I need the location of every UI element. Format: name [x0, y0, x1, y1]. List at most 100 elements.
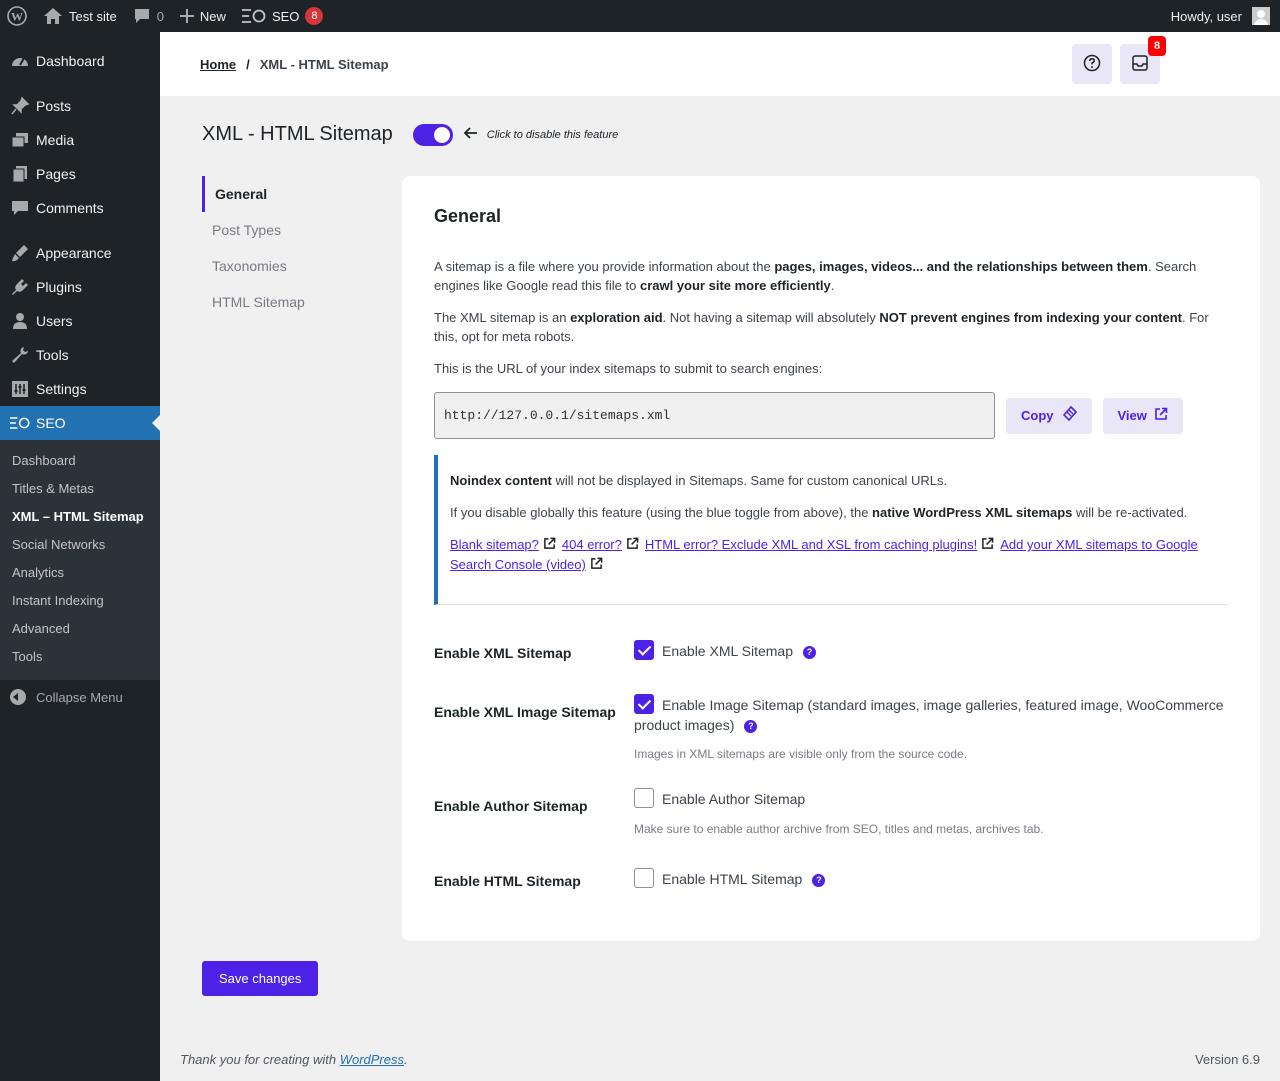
help-tooltip-icon[interactable]: ? [812, 873, 826, 887]
footer-version: Version 6.9 [1194, 1052, 1260, 1067]
404-error-link[interactable]: 404 error? [562, 537, 622, 552]
tab-general[interactable]: General [202, 176, 382, 212]
breadcrumb-current: XML - HTML Sitemap [259, 56, 389, 72]
option-label: Enable XML Sitemap [434, 645, 572, 661]
submenu-item-xml-html-sitemap[interactable]: XML – HTML Sitemap [0, 503, 160, 531]
main-content: Home / XML - HTML Sitemap 8 XML - HTML S… [160, 32, 1280, 1081]
help-tooltip-icon[interactable]: ? [803, 645, 816, 659]
image-sitemap-checkbox[interactable] [634, 694, 654, 715]
sitemap-url-field[interactable]: http://127.0.0.1/sitemaps.xml [434, 392, 995, 439]
seo-submenu: Dashboard Titles & Metas XML – HTML Site… [0, 440, 160, 680]
admin-footer: Thank you for creating with WordPress. V… [180, 1052, 1260, 1067]
copy-button[interactable]: Copy [1006, 397, 1092, 434]
sidebar-item-label: Plugins [36, 279, 82, 295]
external-link-icon [543, 536, 556, 555]
sidebar-item-label: Users [36, 313, 73, 329]
media-icon [10, 130, 30, 150]
submenu-item-titles-metas[interactable]: Titles & Metas [0, 475, 160, 503]
option-label: Enable XML Image Sitemap [434, 704, 616, 720]
wordpress-link[interactable]: WordPress [340, 1052, 404, 1067]
save-changes-button[interactable]: Save changes [202, 961, 319, 996]
notifications-button[interactable]: 8 [1120, 36, 1166, 84]
tab-html-sitemap[interactable]: HTML Sitemap [202, 284, 382, 320]
xml-sitemap-checkbox[interactable] [634, 640, 654, 661]
sidebar-item-users[interactable]: Users [0, 304, 160, 338]
external-link-icon [590, 556, 603, 575]
breadcrumb-home-link[interactable]: Home [200, 57, 236, 72]
collapse-label: Collapse Menu [36, 689, 123, 705]
notifications-badge: 8 [1148, 36, 1166, 56]
submenu-item-social-networks[interactable]: Social Networks [0, 531, 160, 559]
plugins-icon [10, 277, 30, 297]
comments-link[interactable]: 0 [125, 0, 172, 32]
pages-icon [10, 164, 30, 184]
help-icon [1083, 54, 1101, 75]
tab-post-types[interactable]: Post Types [202, 212, 382, 248]
option-xml-sitemap: Enable XML Sitemap Enable XML Sitemap? [434, 640, 1234, 662]
seo-label: SEO [271, 8, 300, 24]
sidebar-item-settings[interactable]: Settings [0, 372, 160, 406]
url-intro: This is the URL of your index sitemaps t… [434, 361, 823, 376]
sidebar-item-plugins[interactable]: Plugins [0, 270, 160, 304]
html-sitemap-checkbox[interactable] [634, 868, 654, 889]
author-sitemap-checkbox[interactable] [634, 788, 654, 809]
checkbox-label: Enable XML Sitemap [662, 643, 793, 659]
toggle-hint: Click to disable this feature [486, 128, 619, 141]
sitemap-notice: Noindex content will not be displayed in… [434, 455, 1228, 606]
help-button[interactable] [1072, 44, 1112, 84]
blank-sitemap-link[interactable]: Blank sitemap? [450, 537, 539, 552]
users-icon [10, 311, 30, 331]
seo-icon [10, 413, 30, 433]
checkbox-label: Enable Author Sitemap [662, 791, 806, 807]
feature-toggle[interactable] [412, 123, 453, 146]
sidebar-item-label: SEO [36, 415, 66, 431]
settings-icon [10, 379, 30, 399]
copy-icon [1061, 405, 1077, 425]
native-sitemaps-paragraph: If you disable globally this feature (us… [450, 505, 1188, 520]
seo-admin-link[interactable]: SEO 8 [234, 0, 331, 32]
collapse-arrow-icon [10, 689, 26, 705]
sidebar-item-label: Appearance [36, 245, 112, 261]
external-link-icon [1154, 407, 1168, 424]
submenu-item-instant-indexing[interactable]: Instant Indexing [0, 587, 160, 615]
external-link-icon [626, 536, 639, 555]
comment-bubble-icon [133, 7, 151, 25]
sidebar-item-posts[interactable]: Posts [0, 89, 160, 123]
dashboard-icon [10, 51, 30, 71]
sidebar-item-dashboard[interactable]: Dashboard [0, 44, 160, 78]
sidebar-item-tools[interactable]: Tools [0, 338, 160, 372]
html-error-link[interactable]: HTML error? Exclude XML and XSL from cac… [645, 537, 977, 552]
howdy-text: Howdy, user [1170, 8, 1242, 24]
exploration-paragraph: The XML sitemap is an exploration aid. N… [434, 310, 1209, 344]
seo-logo-icon [241, 9, 266, 23]
sidebar-item-comments[interactable]: Comments [0, 191, 160, 225]
sidebar-item-label: Pages [36, 166, 76, 182]
submenu-item-advanced[interactable]: Advanced [0, 615, 160, 643]
copy-label: Copy [1021, 408, 1054, 423]
submenu-item-tools[interactable]: Tools [0, 643, 160, 671]
sidebar-item-label: Media [36, 132, 75, 148]
submenu-item-analytics[interactable]: Analytics [0, 559, 160, 587]
collapse-menu-button[interactable]: Collapse Menu [0, 680, 160, 714]
tab-taxonomies[interactable]: Taxonomies [202, 248, 382, 284]
sidebar-item-appearance[interactable]: Appearance [0, 236, 160, 270]
settings-subnav: General Post Types Taxonomies HTML Sitem… [202, 176, 382, 320]
my-account-link[interactable]: Howdy, user [1163, 0, 1280, 32]
view-label: View [1117, 408, 1147, 423]
comments-count: 0 [156, 8, 164, 24]
sidebar-item-label: Dashboard [36, 53, 105, 69]
site-name-link[interactable]: Test site [35, 0, 125, 32]
sidebar-item-media[interactable]: Media [0, 123, 160, 157]
sidebar-item-seo[interactable]: SEO [0, 406, 160, 440]
view-button[interactable]: View [1102, 397, 1183, 434]
new-content-link[interactable]: New [172, 0, 234, 32]
svg-text:W: W [11, 10, 23, 24]
help-tooltip-icon[interactable]: ? [744, 720, 758, 734]
checkbox-label: Enable Image Sitemap (standard images, i… [634, 697, 1224, 734]
sidebar-item-pages[interactable]: Pages [0, 157, 160, 191]
admin-sidebar: Dashboard Posts Media Pages Comments App… [0, 32, 160, 1081]
plus-icon [179, 9, 194, 23]
sidebar-item-label: Tools [36, 347, 69, 363]
wordpress-logo-icon[interactable]: W [0, 0, 35, 32]
submenu-item-dashboard[interactable]: Dashboard [0, 447, 160, 475]
